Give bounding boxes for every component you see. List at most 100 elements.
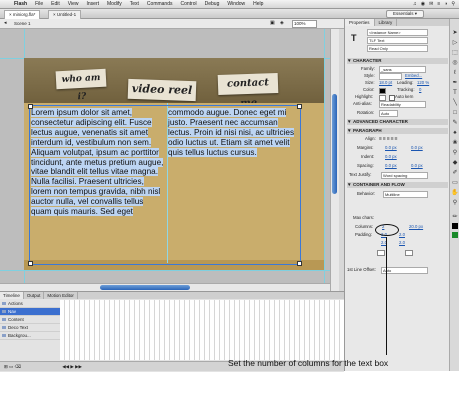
menu-window[interactable]: Window — [223, 0, 249, 8]
battery-icon[interactable]: ◑ — [444, 1, 447, 7]
section-advanced-character[interactable]: ADVANCED CHARACTER — [347, 119, 448, 125]
layer-row[interactable]: Actions — [0, 300, 60, 308]
menu-commands[interactable]: Commands — [143, 0, 177, 8]
embed-button[interactable]: Embed... — [405, 73, 422, 79]
spacing-after-value[interactable]: 0.0 px — [411, 163, 423, 169]
margin-left-value[interactable]: 0.0 px — [385, 145, 397, 151]
tracking-value[interactable]: 0 — [419, 87, 421, 93]
record-icon[interactable]: ◉ — [421, 1, 425, 7]
padding-bottom-value[interactable]: 2.0 — [399, 240, 405, 246]
first-line-offset-select[interactable]: Auto — [381, 267, 428, 274]
menu-text[interactable]: Text — [126, 0, 143, 8]
3d-rotation-icon[interactable]: ◎ — [451, 59, 459, 67]
text-tool-icon[interactable]: T — [451, 89, 459, 97]
border-color-swatch[interactable] — [377, 250, 385, 256]
nav-paper-who[interactable]: who am i? — [55, 68, 107, 102]
layer-row[interactable]: Deco Text — [0, 324, 60, 332]
edit-symbol-icon[interactable]: ◈ — [280, 20, 284, 26]
tab-library[interactable]: Library — [375, 19, 398, 26]
rectangle-tool-icon[interactable]: □ — [451, 109, 459, 117]
resize-handle[interactable] — [28, 261, 33, 266]
section-paragraph[interactable]: PARAGRAPH — [347, 128, 448, 134]
pencil-tool-icon[interactable]: ✎ — [451, 119, 459, 127]
padding-right-value[interactable]: 2.0 — [399, 232, 405, 238]
zoom-select[interactable]: 100% — [292, 20, 317, 28]
free-transform-icon[interactable]: ⬚ — [451, 49, 459, 57]
subselection-tool-icon[interactable]: ▷ — [451, 39, 459, 47]
stroke-color-swatch[interactable] — [452, 223, 458, 229]
font-style-select[interactable] — [379, 73, 402, 80]
playback-icon[interactable]: ◀◀ ▶ ▶▶ — [62, 364, 82, 369]
menu-modify[interactable]: Modify — [103, 0, 126, 8]
tab-motion-editor[interactable]: Motion Editor — [44, 292, 78, 299]
nav-paper-contact[interactable]: contact me — [217, 72, 279, 109]
spacing-before-value[interactable]: 0.0 px — [385, 163, 397, 169]
timeline-frames[interactable] — [60, 300, 344, 360]
back-arrow-icon[interactable]: ◂ — [4, 20, 7, 26]
antialias-select[interactable]: Readability — [379, 101, 426, 108]
line-tool-icon[interactable]: ╲ — [451, 99, 459, 107]
fill-color-swatch[interactable] — [405, 250, 413, 256]
resize-handle[interactable] — [297, 261, 302, 266]
eraser-tool-icon[interactable]: ▭ — [451, 179, 459, 187]
search-icon[interactable]: ⚲ — [451, 1, 455, 7]
deco-tool-icon[interactable]: ❀ — [451, 139, 459, 147]
hand-tool-icon[interactable]: ✋ — [451, 189, 459, 197]
tlf-text-container[interactable] — [28, 104, 302, 266]
tab-properties[interactable]: Properties — [345, 19, 375, 26]
leading-value[interactable]: 120 % — [417, 80, 429, 86]
layer-row[interactable]: Nav — [0, 308, 60, 316]
eyedropper-tool-icon[interactable]: ✐ — [451, 169, 459, 177]
stroke-color-icon[interactable]: ✏ — [451, 213, 459, 221]
rotation-select[interactable]: Auto — [379, 110, 398, 117]
align-buttons-icon[interactable]: ≡≡≡≡≡ — [379, 136, 399, 142]
stage-vertical-scrollbar[interactable] — [330, 29, 339, 291]
lasso-tool-icon[interactable]: ℓ — [451, 69, 459, 77]
menu-control[interactable]: Control — [177, 0, 201, 8]
music-icon[interactable]: ♫ — [413, 1, 417, 7]
brush-tool-icon[interactable]: ♠ — [451, 129, 459, 137]
text-color-swatch[interactable] — [379, 88, 386, 94]
new-layer-icon[interactable]: ⊞ — [4, 364, 8, 369]
layer-row[interactable]: Backgrou... — [0, 332, 60, 340]
indent-value[interactable]: 0.0 px — [385, 154, 397, 160]
text-engine-select[interactable]: TLF Text — [367, 37, 428, 44]
mail-icon[interactable]: ✉ — [429, 1, 433, 7]
section-character[interactable]: CHARACTER — [347, 58, 448, 64]
text-type-select[interactable]: Read Only — [367, 45, 428, 52]
wifi-icon[interactable]: ≡ — [437, 1, 440, 7]
tab-output[interactable]: Output — [24, 292, 45, 299]
paint-bucket-icon[interactable]: ◆ — [451, 159, 459, 167]
column-gutter-value[interactable]: 20.0 px — [409, 224, 423, 230]
margin-right-value[interactable]: 0.0 px — [411, 145, 423, 151]
menu-view[interactable]: View — [64, 0, 83, 8]
menu-help[interactable]: Help — [249, 0, 267, 8]
selection-tool-icon[interactable]: ➤ — [451, 29, 459, 37]
section-container-flow[interactable]: CONTAINER AND FLOW — [347, 182, 448, 188]
resize-handle[interactable] — [297, 104, 302, 109]
font-size-value[interactable]: 18.0 pt — [379, 80, 392, 86]
menu-app[interactable]: Flash — [10, 0, 31, 8]
instance-name-field[interactable]: <Instance Name> — [367, 29, 428, 36]
resize-handle[interactable] — [28, 104, 33, 109]
tab-timeline[interactable]: Timeline — [0, 292, 24, 299]
zoom-tool-icon[interactable]: ⚲ — [451, 199, 459, 207]
menu-insert[interactable]: Insert — [83, 0, 104, 8]
font-family-select[interactable]: _sans — [379, 66, 426, 73]
scroll-thumb[interactable] — [100, 285, 190, 290]
text-justify-select[interactable]: Word spacing — [381, 172, 428, 179]
tab-untitled[interactable]: × Untitled-1 — [48, 10, 82, 19]
nav-paper-video[interactable]: video reel — [127, 78, 197, 102]
menu-file[interactable]: File — [31, 0, 47, 8]
delete-layer-icon[interactable]: ⌫ — [15, 364, 21, 369]
bone-tool-icon[interactable]: ⚲ — [451, 149, 459, 157]
new-folder-icon[interactable]: ▭ — [9, 364, 13, 369]
scene-label[interactable]: Scene 1 — [14, 19, 31, 28]
tab-miniorg[interactable]: × miniorg.fla* — [4, 10, 41, 19]
pen-tool-icon[interactable]: ✒ — [451, 79, 459, 87]
menu-debug[interactable]: Debug — [201, 0, 224, 8]
workspace-switcher[interactable]: Essentials ▾ — [386, 10, 424, 18]
fill-color-tool-swatch[interactable] — [452, 232, 458, 238]
layer-row[interactable]: Content — [0, 316, 60, 324]
behavior-select[interactable]: Multiline — [383, 191, 428, 198]
